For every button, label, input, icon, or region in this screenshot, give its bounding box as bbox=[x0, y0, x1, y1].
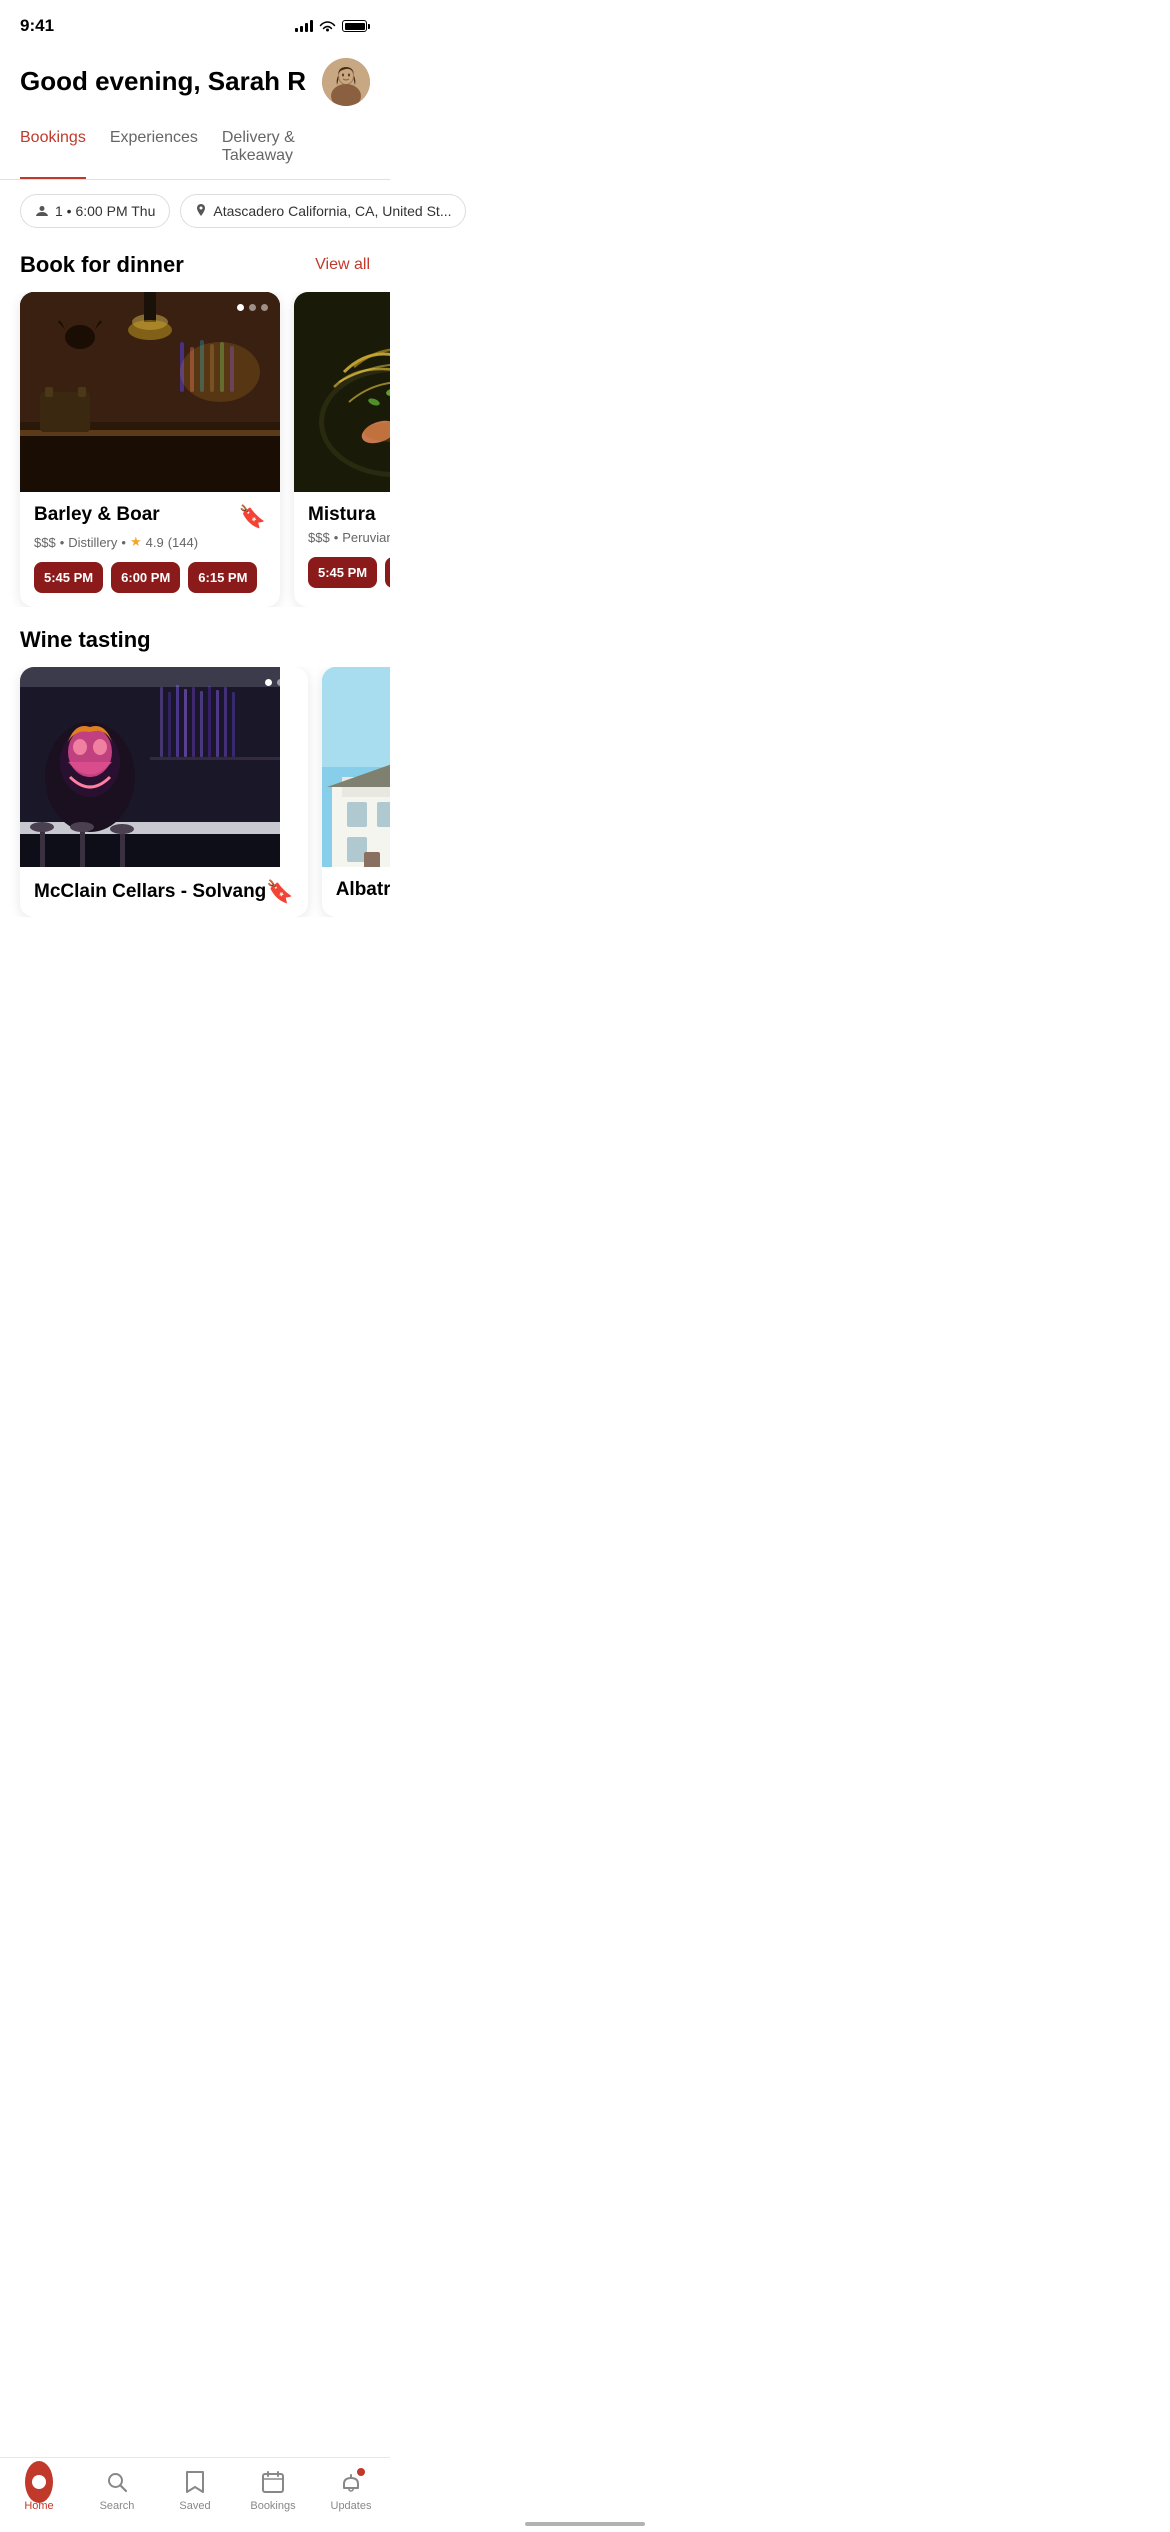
guests-filter[interactable]: 1 • 6:00 PM Thu bbox=[20, 194, 170, 228]
wine-section-header: Wine tasting bbox=[0, 617, 390, 667]
tab-experiences[interactable]: Experiences bbox=[110, 121, 198, 179]
mistura-name-row: Mistura bbox=[308, 504, 390, 526]
mcclain-bookmark[interactable]: 🔖 bbox=[266, 879, 293, 905]
updates-icon-wrap bbox=[337, 2468, 365, 2496]
mcclain-name-row: McClain Cellars - Solvang 🔖 bbox=[20, 867, 308, 917]
mistura-time-btn-1[interactable]: 5:45 PM bbox=[308, 557, 377, 588]
nav-home[interactable]: Home bbox=[9, 2468, 69, 2512]
dot-m2 bbox=[277, 679, 284, 686]
card-image-mcclain bbox=[20, 667, 308, 867]
bookings-nav-label: Bookings bbox=[250, 2500, 295, 2512]
card-image-albatross bbox=[322, 667, 390, 867]
star-icon: ★ bbox=[130, 534, 142, 550]
dinner-view-all[interactable]: View all bbox=[315, 256, 370, 274]
saved-icon-wrap bbox=[181, 2468, 209, 2496]
nav-updates[interactable]: Updates bbox=[321, 2468, 381, 2512]
restaurant-card-mistura: Mistura $$$ • Peruvian • 5:45 PM 6:… bbox=[294, 292, 390, 607]
card-image-mistura bbox=[294, 292, 390, 492]
person-icon bbox=[35, 204, 49, 218]
dot-1 bbox=[237, 304, 244, 311]
dot-2 bbox=[249, 304, 256, 311]
barley-image-dots bbox=[237, 304, 268, 311]
dinner-cards: Barley & Boar 🔖 $$$ • Distillery • ★ 4.9… bbox=[0, 292, 390, 607]
bookmark-icon bbox=[184, 2470, 206, 2494]
dinner-title: Book for dinner bbox=[20, 252, 184, 278]
search-icon bbox=[105, 2470, 129, 2494]
avatar[interactable] bbox=[322, 58, 370, 106]
nav-saved[interactable]: Saved bbox=[165, 2468, 225, 2512]
battery-icon bbox=[342, 20, 370, 32]
albatross-name-row: Albatross Rid... bbox=[322, 867, 390, 913]
home-icon-wrap bbox=[25, 2468, 53, 2496]
wine-cards: McClain Cellars - Solvang 🔖 bbox=[0, 667, 390, 917]
greeting-text: Good evening, Sarah R bbox=[20, 66, 306, 97]
location-icon bbox=[195, 204, 207, 218]
home-indicator bbox=[525, 2522, 645, 2526]
barley-meta: $$$ • Distillery • ★ 4.9 (144) bbox=[34, 534, 266, 550]
updates-notification-dot bbox=[357, 2468, 365, 2476]
albatross-name: Albatross Rid... bbox=[336, 879, 390, 900]
dinner-section-header: Book for dinner View all bbox=[0, 242, 390, 292]
search-icon-wrap bbox=[103, 2468, 131, 2496]
barley-photo bbox=[20, 292, 280, 492]
dot-m3 bbox=[289, 679, 296, 686]
restaurant-card-barley: Barley & Boar 🔖 $$$ • Distillery • ★ 4.9… bbox=[20, 292, 280, 607]
mcclain-image-dots bbox=[265, 679, 296, 686]
mistura-card-body: Mistura $$$ • Peruvian • 5:45 PM 6:… bbox=[294, 492, 390, 602]
bookings-icon-wrap bbox=[259, 2468, 287, 2496]
guests-label: 1 • 6:00 PM Thu bbox=[55, 203, 155, 219]
wine-title: Wine tasting bbox=[20, 627, 151, 653]
updates-label: Updates bbox=[331, 2500, 372, 2512]
filters-bar: 1 • 6:00 PM Thu Atascadero California, C… bbox=[0, 180, 390, 242]
dot-m1 bbox=[265, 679, 272, 686]
mistura-meta: $$$ • Peruvian • bbox=[308, 530, 390, 545]
barley-times: 5:45 PM 6:00 PM 6:15 PM bbox=[34, 562, 266, 593]
wine-tasting-section: Wine tasting bbox=[0, 617, 390, 917]
nav-bookings[interactable]: Bookings bbox=[243, 2468, 303, 2512]
location-filter[interactable]: Atascadero California, CA, United St... bbox=[180, 194, 466, 228]
home-inner-dot bbox=[32, 2475, 46, 2489]
mistura-time-btn-2[interactable]: 6:… bbox=[385, 557, 390, 588]
status-bar: 9:41 bbox=[0, 0, 390, 48]
header: Good evening, Sarah R bbox=[0, 48, 390, 121]
saved-label: Saved bbox=[179, 2500, 210, 2512]
location-label: Atascadero California, CA, United St... bbox=[213, 203, 451, 219]
barley-name-row: Barley & Boar 🔖 bbox=[34, 504, 266, 530]
status-icons bbox=[295, 20, 370, 33]
tab-bookings[interactable]: Bookings bbox=[20, 121, 86, 179]
signal-icon bbox=[295, 20, 313, 32]
calendar-icon bbox=[261, 2470, 285, 2494]
restaurant-card-mcclain: McClain Cellars - Solvang 🔖 bbox=[20, 667, 308, 917]
search-label: Search bbox=[100, 2500, 135, 2512]
mistura-name: Mistura bbox=[308, 504, 376, 526]
mistura-times: 5:45 PM 6:… bbox=[308, 557, 390, 588]
home-active-dot bbox=[25, 2461, 53, 2503]
barley-bookmark[interactable]: 🔖 bbox=[239, 504, 266, 530]
dot-3 bbox=[261, 304, 268, 311]
barley-name: Barley & Boar bbox=[34, 504, 160, 526]
barley-card-body: Barley & Boar 🔖 $$$ • Distillery • ★ 4.9… bbox=[20, 492, 280, 607]
tab-bar: Bookings Experiences Delivery & Takeaway bbox=[0, 121, 390, 180]
restaurant-card-albatross: Albatross Rid... bbox=[322, 667, 390, 917]
status-time: 9:41 bbox=[20, 16, 54, 36]
nav-search[interactable]: Search bbox=[87, 2468, 147, 2512]
card-image-barley bbox=[20, 292, 280, 492]
wifi-icon bbox=[319, 20, 336, 33]
mcclain-name: McClain Cellars - Solvang bbox=[34, 881, 266, 903]
tab-delivery[interactable]: Delivery & Takeaway bbox=[222, 121, 370, 179]
time-btn-1[interactable]: 5:45 PM bbox=[34, 562, 103, 593]
bottom-nav: Home Search Saved Booki bbox=[0, 2457, 390, 2532]
time-btn-3[interactable]: 6:15 PM bbox=[188, 562, 257, 593]
time-btn-2[interactable]: 6:00 PM bbox=[111, 562, 180, 593]
